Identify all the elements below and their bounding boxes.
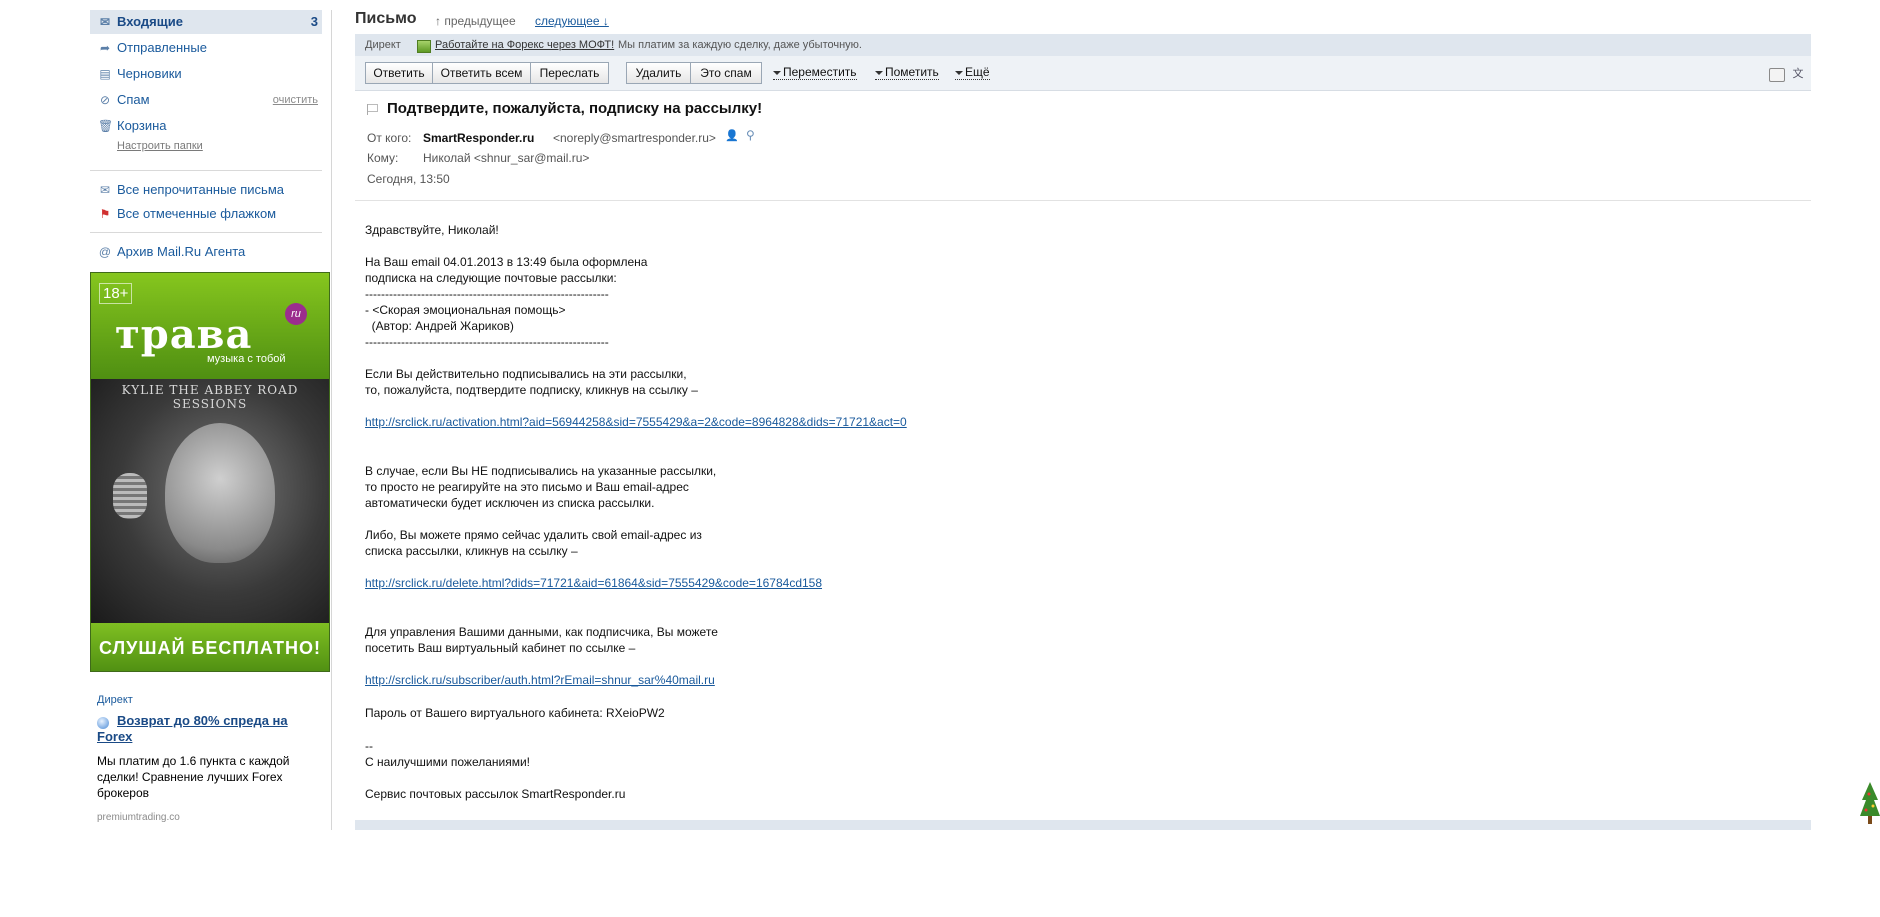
ad-text: Мы платим до 1.6 пункта с каждой сделки!…	[97, 754, 290, 800]
sidebar-separator	[90, 232, 322, 233]
age-rating: 18+	[99, 283, 133, 304]
ad-label[interactable]: Директ	[97, 694, 133, 706]
message-view: Письмо ↑ предыдущее следующее ↓ Директ Р…	[355, 0, 1811, 830]
add-contact-icon[interactable]: 👤	[725, 130, 739, 142]
ad-domain[interactable]: premiumtrading.co	[97, 812, 180, 823]
delete-button[interactable]: Удалить	[626, 62, 691, 84]
spam-button[interactable]: Это спам	[690, 62, 762, 84]
from-label: От кого:	[367, 131, 412, 145]
direct-ad-bar: Директ Работайте на Форекс через МОФТ! М…	[355, 34, 1811, 56]
sender-name[interactable]: SmartResponder.ru	[423, 131, 534, 145]
banner-tagline: музыка с тобой	[207, 353, 286, 365]
sidebar-divider	[331, 10, 332, 830]
body-paragraph: В случае, если Вы НЕ подписывались на ук…	[365, 464, 717, 510]
bottom-bar	[355, 820, 1811, 830]
flag-icon[interactable]	[367, 104, 378, 115]
at-sign-icon: @	[98, 245, 112, 259]
folder-spam[interactable]: ⊘ Спам очистить	[90, 88, 322, 112]
artist-face-image	[165, 423, 275, 563]
body-paragraph: Либо, Вы можете прямо сейчас удалить сво…	[365, 528, 702, 558]
microphone-icon	[113, 473, 147, 519]
music-banner[interactable]: 18+ трава ru музыка с тобой KYLIE THE AB…	[90, 272, 330, 672]
message-subject: Подтвердите, пожалуйста, подписку на рас…	[387, 100, 763, 117]
sidebar: ✉ Входящие 3 ➦ Отправленные ▤ Черновики …	[90, 10, 332, 830]
next-message-link[interactable]: следующее ↓	[535, 14, 609, 28]
folder-label: Корзина	[117, 118, 167, 133]
translate-icon[interactable]: 文	[1791, 67, 1805, 81]
folder-inbox[interactable]: ✉ Входящие 3	[90, 10, 322, 34]
direct-ad-link[interactable]: Работайте на Форекс через МОФТ!	[435, 34, 614, 56]
message-toolbar: Ответить Ответить всем Переслать Удалить…	[355, 56, 1811, 91]
blocked-icon: ⊘	[99, 93, 111, 107]
forward-button[interactable]: Переслать	[530, 62, 609, 84]
body-greeting: Здравствуйте, Николай!	[365, 223, 499, 237]
reply-all-button[interactable]: Ответить всем	[432, 62, 531, 84]
envelope-icon: ✉	[99, 15, 111, 29]
more-dropdown[interactable]: Ещё	[955, 65, 990, 80]
unsubscribe-link[interactable]: http://srclick.ru/delete.html?dids=71721…	[365, 576, 822, 590]
unread-count: 3	[310, 14, 318, 29]
subscriber-cabinet-link[interactable]: http://srclick.ru/subscriber/auth.html?r…	[365, 673, 715, 687]
red-flag-icon: ⚑	[99, 207, 111, 221]
search-icon[interactable]: ⚲	[746, 129, 758, 141]
activation-link[interactable]: http://srclick.ru/activation.html?aid=56…	[365, 415, 907, 429]
body-signature: -- С наилучшими пожеланиями!	[365, 739, 531, 769]
setup-folders-link[interactable]: Настроить папки	[117, 140, 203, 152]
agent-archive[interactable]: @ Архив Mail.Ru Агента	[90, 240, 322, 264]
print-icon[interactable]	[1769, 68, 1785, 82]
banner-cta-button[interactable]: СЛУШАЙ БЕСПЛАТНО!	[91, 623, 329, 671]
prev-message-link[interactable]: ↑ предыдущее	[435, 14, 516, 28]
christmas-tree-icon	[1860, 782, 1880, 824]
filter-label: Все непрочитанные письма	[117, 182, 284, 197]
direct-label[interactable]: Директ	[365, 34, 401, 56]
reply-button[interactable]: Ответить	[365, 62, 433, 84]
folder-label: Спам	[117, 92, 150, 107]
folder-label: Черновики	[117, 66, 182, 81]
document-icon: ▤	[99, 67, 111, 81]
agent-archive-label: Архив Mail.Ru Агента	[117, 244, 246, 259]
clear-spam-link[interactable]: очистить	[273, 88, 318, 112]
filter-flagged[interactable]: ⚑ Все отмеченные флажком	[90, 202, 322, 226]
folder-sent[interactable]: ➦ Отправленные	[90, 36, 322, 60]
body-paragraph: Пароль от Вашего виртуального кабинета: …	[365, 706, 665, 720]
filter-label: Все отмеченные флажком	[117, 206, 277, 221]
unread-envelope-icon: ✉	[99, 183, 111, 197]
folder-label: Входящие	[117, 14, 183, 29]
recipient: Николай <shnur_sar@mail.ru>	[423, 151, 590, 165]
message-date: Сегодня, 13:50	[367, 172, 450, 186]
forward-arrow-icon: ➦	[99, 41, 111, 55]
mark-dropdown[interactable]: Пометить	[875, 65, 939, 80]
sidebar-separator	[90, 170, 322, 171]
header-separator	[355, 200, 1811, 201]
move-dropdown[interactable]: Переместить	[773, 65, 857, 80]
to-label: Кому:	[367, 151, 399, 165]
body-paragraph: Для управления Вашими данными, как подпи…	[365, 625, 718, 655]
folder-trash[interactable]: 🗑 Корзина	[90, 114, 322, 138]
ad-title-link[interactable]: Возврат до 80% спреда на Forex	[97, 713, 297, 745]
trash-icon: 🗑	[98, 119, 114, 133]
folder-drafts[interactable]: ▤ Черновики	[90, 62, 322, 86]
body-footer: Сервис почтовых рассылок SmartResponder.…	[365, 787, 626, 801]
page-title: Письмо	[355, 10, 417, 27]
ad-icon	[417, 40, 431, 53]
banner-artist: KYLIE THE ABBEY ROAD SESSIONS	[121, 383, 299, 411]
direct-ad-text: Мы платим за каждую сделку, даже убыточн…	[618, 39, 862, 51]
filter-unread[interactable]: ✉ Все непрочитанные письма	[90, 178, 322, 202]
folder-label: Отправленные	[117, 40, 207, 55]
banner-logo: трава	[115, 311, 253, 358]
body-paragraph: На Ваш email 04.01.2013 в 13:49 была офо…	[365, 255, 648, 349]
banner-logo-badge: ru	[285, 303, 307, 325]
sender-address[interactable]: <noreply@smartresponder.ru>	[553, 131, 716, 145]
body-paragraph: Если Вы действительно подписывались на э…	[365, 367, 698, 397]
